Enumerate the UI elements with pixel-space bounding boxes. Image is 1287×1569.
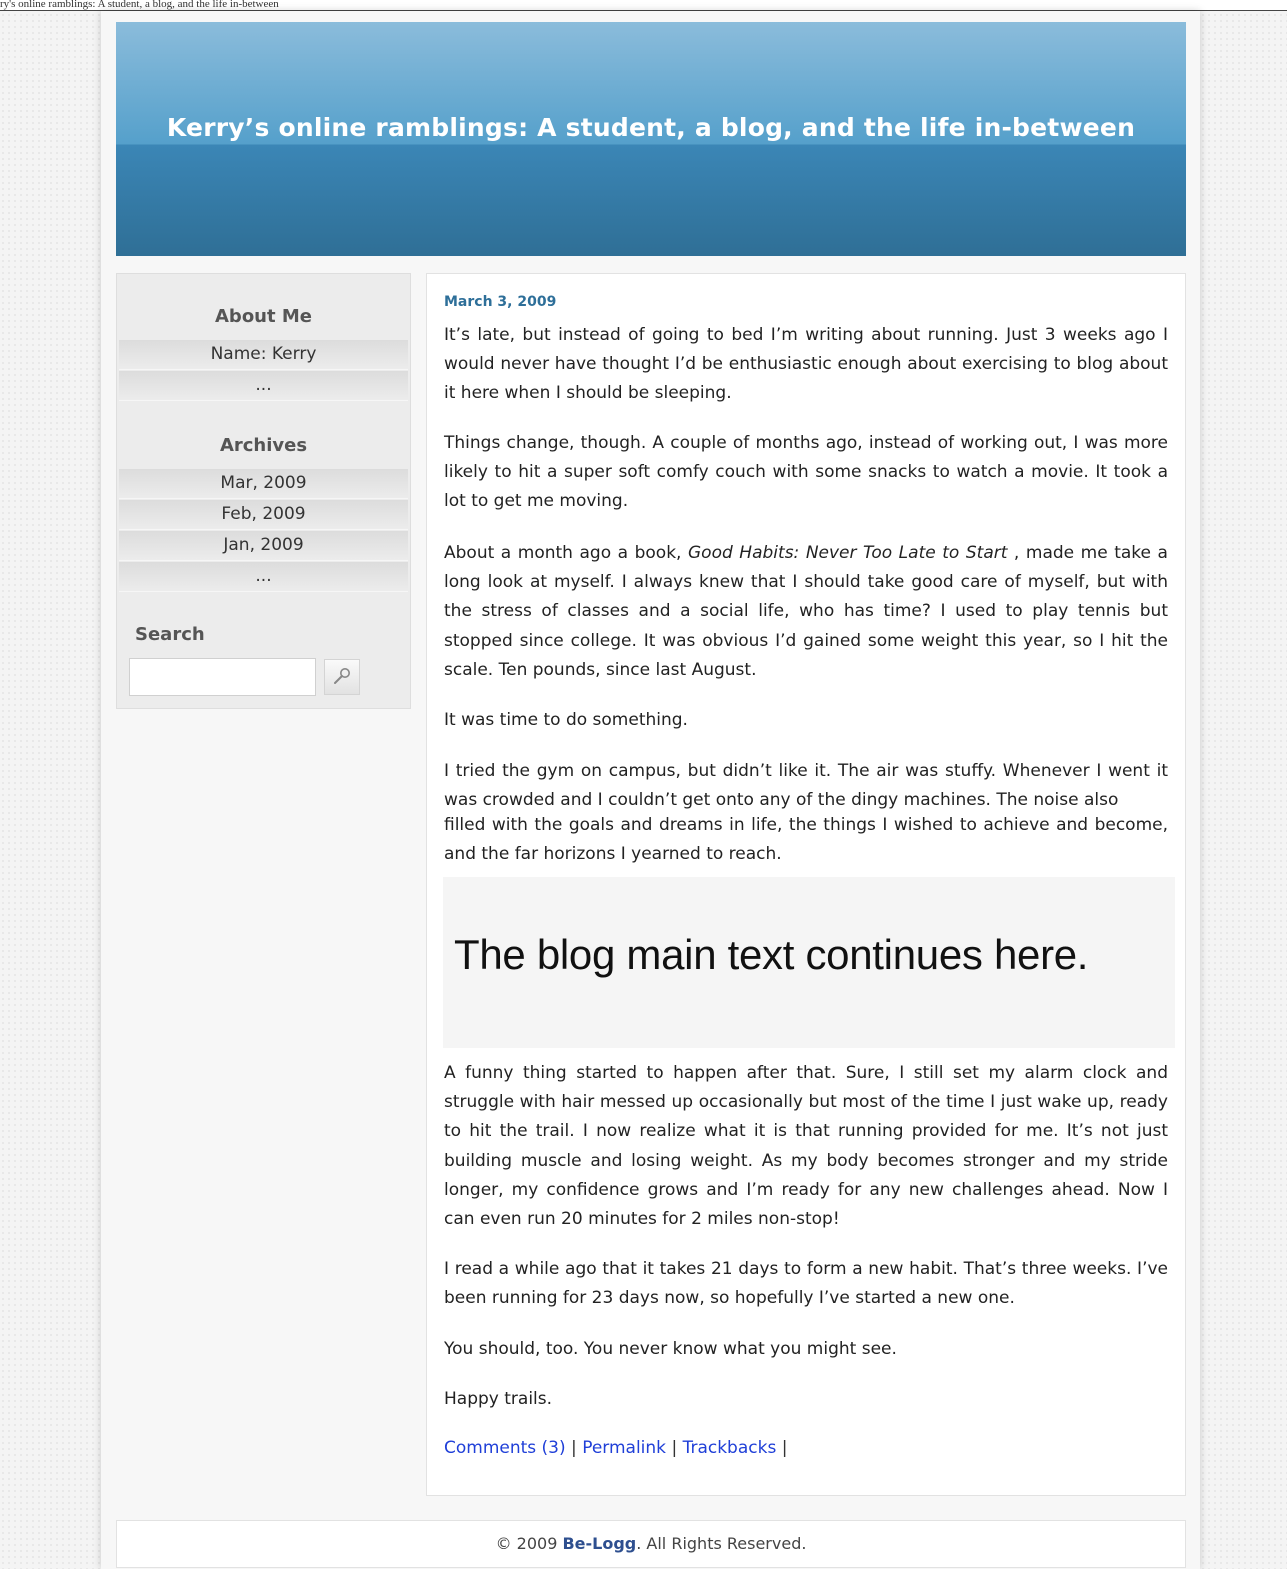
copyright-suffix: . All Rights Reserved.	[636, 1534, 807, 1553]
post-paragraph-10: Happy trails.	[444, 1389, 553, 1409]
archive-link-jan-2009[interactable]: Jan, 2009	[119, 531, 408, 561]
post-paragraph-7: A funny thing started to happen after th…	[444, 1063, 1168, 1230]
be-logg-link[interactable]: Be-Logg	[562, 1534, 636, 1553]
post-paragraph-3: About a month ago a book, Good Habits: N…	[444, 539, 1168, 685]
post-paragraph-6: filled with the goals and dreams in life…	[444, 815, 1168, 865]
post-paragraph-1: It’s late, but instead of going to bed I…	[444, 325, 1168, 404]
search-icon	[330, 667, 354, 691]
blog-title: Kerry’s online ramblings: A student, a b…	[166, 113, 1136, 142]
post-paragraph-8: I read a while ago that it takes 21 days…	[444, 1259, 1168, 1309]
post-paragraph-5: I tried the gym on campus, but didn’t li…	[444, 761, 1168, 811]
blog-post: March 3, 2009 It’s late, but instead of …	[426, 273, 1186, 1496]
blog-page: Kerry’s online ramblings: A student, a b…	[101, 11, 1200, 1569]
search-button[interactable]	[324, 659, 360, 695]
sidebar: About Me Name: Kerry ... Archives Mar, 2…	[116, 273, 411, 709]
footer: © 2009 Be-Logg. All Rights Reserved.	[116, 1520, 1186, 1568]
trackbacks-link[interactable]: Trackbacks	[683, 1438, 777, 1458]
window-title-strip: ry's online ramblings: A student, a blog…	[0, 0, 1287, 11]
comments-link[interactable]: Comments (3)	[444, 1438, 566, 1458]
paragraph-text: , made me take a long look at myself. I …	[444, 543, 1168, 680]
continued-text-label: The blog main text continues here.	[454, 931, 1089, 978]
about-me-heading: About Me	[215, 306, 312, 327]
post-paragraph-4: It was time to do something.	[444, 710, 688, 730]
link-separator: |	[781, 1438, 788, 1458]
search-heading: Search	[135, 624, 205, 645]
archive-link-mar-2009[interactable]: Mar, 2009	[119, 469, 408, 499]
link-separator: |	[571, 1438, 577, 1458]
link-separator: |	[671, 1438, 678, 1458]
post-paragraph-2: Things change, though. A couple of month…	[444, 433, 1168, 512]
book-title: Good Habits: Never Too Late to Start	[688, 543, 1008, 563]
about-name: Name: Kerry	[119, 340, 408, 370]
permalink-link[interactable]: Permalink	[582, 1438, 666, 1458]
post-date: March 3, 2009	[444, 294, 557, 310]
search-input[interactable]	[129, 658, 316, 696]
archive-link-more[interactable]: ...	[119, 562, 408, 592]
paragraph-text: About a month ago a book,	[444, 543, 688, 563]
post-paragraph-9: You should, too. You never know what you…	[444, 1339, 897, 1359]
continued-text-placeholder: The blog main text continues here.	[443, 877, 1175, 1048]
archive-link-feb-2009[interactable]: Feb, 2009	[119, 500, 408, 530]
about-more: ...	[119, 371, 408, 401]
copyright-prefix: © 2009	[495, 1534, 563, 1553]
archives-heading: Archives	[219, 435, 308, 456]
blog-header: Kerry’s online ramblings: A student, a b…	[116, 22, 1186, 256]
post-links: Comments (3) | Permalink | Trackbacks |	[444, 1438, 787, 1458]
